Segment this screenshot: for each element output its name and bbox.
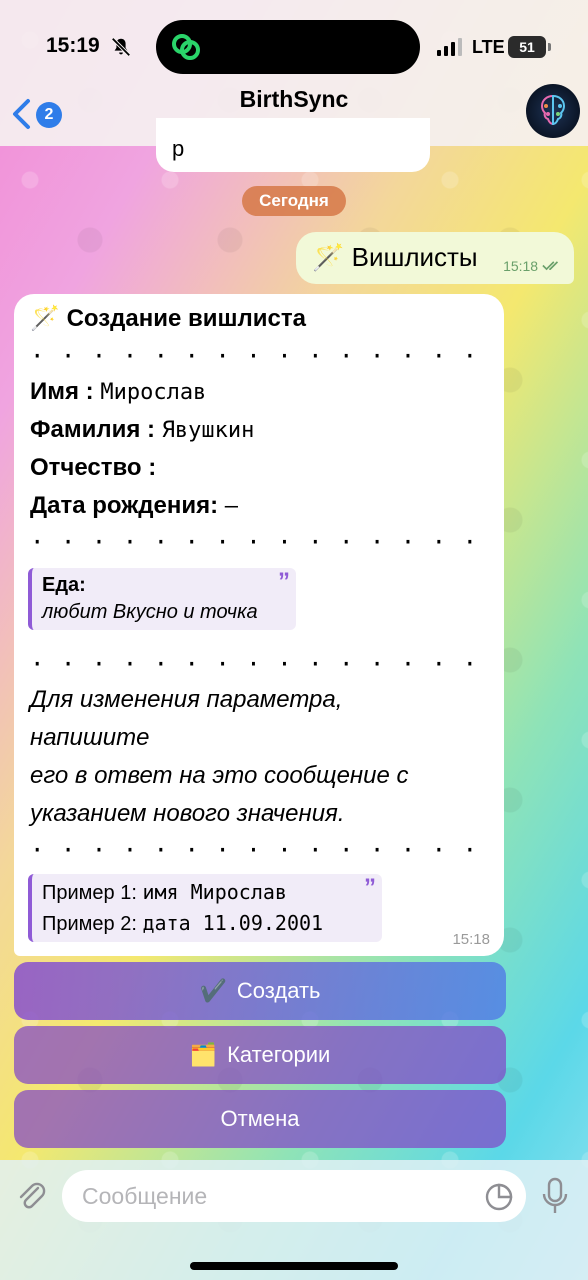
instruction-line: его в ответ на это сообщение с (30, 762, 409, 789)
dynamic-island (156, 20, 420, 74)
field-last-name: Фамилия : Явушкин (30, 416, 255, 443)
check-mark-icon: ✔️ (199, 978, 227, 1003)
separator: · · · · · · · · · · · · · · · (30, 528, 479, 556)
status-bar: 15:19 LTE 51 (0, 0, 588, 90)
signal-bars-icon (437, 38, 462, 56)
instruction-line: Для изменения параметра, (30, 686, 343, 713)
date-divider: Сегодня (242, 186, 346, 216)
link-rings-icon (172, 34, 200, 60)
message-input[interactable] (62, 1170, 526, 1222)
examples-quote: Пример 1: имя Мирослав Пример 2: дата 11… (28, 874, 382, 942)
food-quote-text: любит Вкусно и точка (42, 601, 258, 623)
create-button[interactable]: ✔️ Создать (14, 962, 506, 1020)
message-time: 15:18 (452, 931, 490, 948)
example-line: Пример 2: дата 11.09.2001 (42, 911, 324, 935)
magic-wand-icon: 🪄 (30, 305, 60, 332)
status-time: 15:19 (46, 34, 100, 57)
outgoing-message-meta: 15:18 (503, 258, 562, 274)
field-first-name: Имя : Мирослав (30, 378, 207, 405)
outgoing-message-bubble[interactable]: 🪄 Вишлисты 15:18 (296, 232, 574, 284)
chat-title[interactable]: BirthSync (0, 86, 588, 113)
bell-slash-icon (111, 37, 131, 57)
previous-message-bubble[interactable]: р (156, 118, 430, 172)
battery-indicator: 51 (508, 36, 551, 58)
quote-icon: ” (364, 874, 376, 901)
brain-circuit-icon (540, 94, 566, 126)
food-quote-label: Еда: (42, 574, 86, 596)
magic-wand-icon: 🪄 (312, 242, 345, 272)
folder-icon: 🗂️ (189, 1042, 218, 1067)
sticker-icon[interactable] (484, 1182, 514, 1212)
message-composer (0, 1160, 588, 1280)
example-line: Пример 1: имя Мирослав (42, 880, 287, 904)
separator: · · · · · · · · · · · · · · · (30, 836, 479, 864)
microphone-icon[interactable] (540, 1176, 570, 1216)
food-quote: Еда: любит Вкусно и точка ” (28, 568, 296, 630)
separator: · · · · · · · · · · · · · · · (30, 650, 479, 678)
field-middle-name: Отчество : (30, 454, 157, 481)
paperclip-icon[interactable] (14, 1178, 48, 1212)
categories-button[interactable]: 🗂️ Категории (14, 1026, 506, 1084)
quote-icon: ” (278, 568, 290, 595)
bot-avatar[interactable] (526, 84, 580, 138)
outgoing-message-text: 🪄 Вишлисты (312, 242, 478, 272)
double-check-icon (542, 261, 559, 271)
separator: · · · · · · · · · · · · · · · (30, 342, 479, 370)
message-time: 15:18 (503, 258, 539, 274)
instruction-line: указанием нового значения. (30, 800, 345, 827)
instruction-line: напишите (30, 724, 150, 751)
field-birth-date: Дата рождения: – (30, 492, 238, 519)
incoming-message-bubble[interactable]: 🪄 Создание вишлиста · · · · · · · · · · … (14, 294, 504, 956)
home-indicator (190, 1262, 398, 1270)
cancel-button[interactable]: Отмена (14, 1090, 506, 1148)
wishlist-title: 🪄 Создание вишлиста (30, 305, 306, 332)
network-type: LTE (472, 37, 505, 57)
